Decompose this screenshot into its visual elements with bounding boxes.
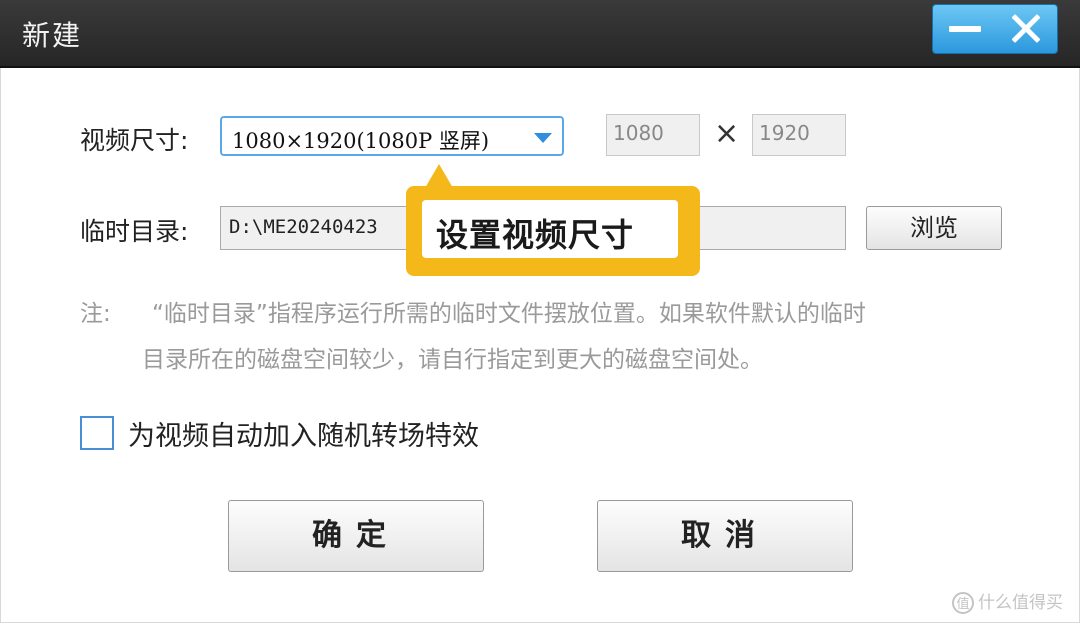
- times-sign: ×: [714, 116, 740, 151]
- window-controls: [932, 4, 1058, 54]
- temp-dir-label: 临时目录:: [80, 217, 189, 246]
- video-size-dropdown[interactable]: 1080×1920(1080P 竖屏): [220, 116, 564, 156]
- dropdown-arrow-icon: [534, 133, 552, 143]
- watermark-text: 什么值得买: [978, 593, 1063, 613]
- window-title: 新建: [22, 19, 83, 52]
- height-field[interactable]: 1920: [752, 114, 846, 156]
- ok-button[interactable]: 确定: [228, 500, 484, 572]
- cancel-button[interactable]: 取消: [597, 500, 853, 572]
- callout-pointer: [425, 164, 453, 188]
- video-size-selected: 1080×1920(1080P 竖屏): [232, 129, 490, 153]
- minimize-icon: [949, 26, 981, 32]
- callout-box: 设置视频尺寸: [422, 200, 678, 258]
- note-line-2: 目录所在的磁盘空间较少，请自行指定到更大的磁盘空间处。: [142, 347, 763, 373]
- minimize-button[interactable]: [935, 5, 995, 53]
- video-size-label: 视频尺寸:: [80, 126, 189, 155]
- title-bar: 新建: [0, 0, 1080, 68]
- browse-button[interactable]: 浏览: [866, 206, 1002, 250]
- watermark: 值什么值得买: [952, 588, 1063, 614]
- close-button[interactable]: [995, 5, 1055, 53]
- note-line-1: “临时目录”指程序运行所需的临时文件摆放位置。如果软件默认的临时: [152, 301, 866, 327]
- transition-checkbox[interactable]: [80, 416, 114, 450]
- transition-checkbox-label[interactable]: 为视频自动加入随机转场特效: [128, 414, 479, 453]
- watermark-logo-icon: 值: [952, 592, 974, 614]
- callout-text: 设置视频尺寸: [436, 216, 635, 254]
- annotation-callout: 设置视频尺寸: [406, 186, 700, 276]
- new-project-dialog: 新建 视频尺寸: 1080×1920(1080P 竖屏) 1080 × 1920…: [0, 0, 1080, 624]
- note-prefix: 注:: [80, 301, 111, 327]
- width-field[interactable]: 1080: [606, 114, 700, 156]
- temp-dir-value: D:\ME20240423: [229, 216, 378, 238]
